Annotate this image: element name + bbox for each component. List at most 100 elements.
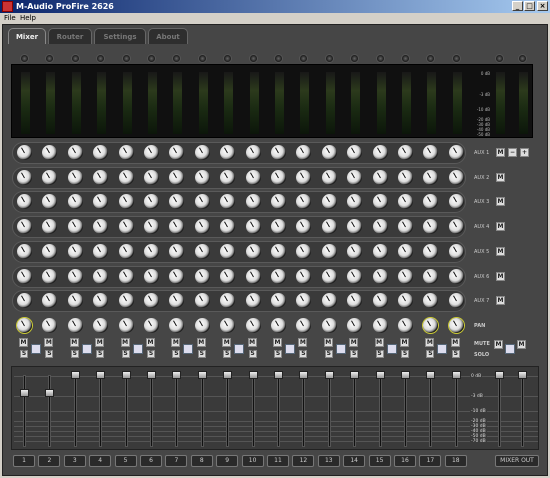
aux-send-knob[interactable]: [118, 194, 134, 209]
aux-send-knob[interactable]: [118, 293, 134, 308]
aux-send-knob[interactable]: [398, 170, 413, 185]
aux-send-knob[interactable]: [448, 194, 464, 209]
aux-send-knob[interactable]: [398, 194, 413, 209]
aux-send-knob[interactable]: [245, 269, 261, 284]
pan-knob[interactable]: [118, 318, 134, 333]
aux-send-knob[interactable]: [321, 194, 337, 209]
aux-send-knob[interactable]: [67, 194, 83, 209]
aux-send-knob[interactable]: [321, 293, 337, 308]
output-fader[interactable]: [518, 371, 527, 379]
mute-button[interactable]: M: [425, 338, 435, 347]
mute-button[interactable]: M: [323, 338, 333, 347]
solo-button[interactable]: S: [223, 350, 232, 358]
pan-knob[interactable]: [448, 318, 464, 333]
solo-button[interactable]: S: [350, 350, 359, 358]
aux-send-knob[interactable]: [245, 293, 261, 308]
stereo-link-icon[interactable]: [285, 344, 295, 354]
mute-button[interactable]: M: [400, 338, 409, 347]
aux-send-knob[interactable]: [194, 145, 210, 160]
aux-send-knob[interactable]: [271, 293, 286, 308]
aux-send-knob[interactable]: [118, 244, 134, 259]
pan-knob[interactable]: [271, 318, 286, 333]
solo-button[interactable]: S: [248, 350, 257, 358]
aux-send-knob[interactable]: [321, 145, 337, 160]
channel-fader[interactable]: [121, 371, 131, 379]
aux-send-knob[interactable]: [398, 145, 413, 160]
mute-button[interactable]: M: [19, 338, 28, 347]
solo-button[interactable]: S: [401, 350, 409, 358]
mute-button[interactable]: M: [171, 338, 181, 347]
channel-fader[interactable]: [401, 371, 410, 379]
solo-button[interactable]: S: [324, 350, 333, 358]
mute-button[interactable]: M: [222, 338, 232, 347]
aux-send-knob[interactable]: [271, 244, 286, 259]
stereo-link-icon[interactable]: [234, 344, 245, 354]
aux-send-knob[interactable]: [398, 219, 413, 234]
pan-knob[interactable]: [398, 318, 413, 333]
aux-send-knob[interactable]: [118, 219, 134, 234]
aux-send-knob[interactable]: [321, 269, 337, 284]
menu-file[interactable]: File: [4, 13, 16, 23]
minimize-button[interactable]: _: [512, 1, 523, 11]
output-fader[interactable]: [495, 371, 504, 379]
aux-send-knob[interactable]: [144, 269, 159, 284]
close-button[interactable]: ×: [537, 1, 548, 11]
aux-send-knob[interactable]: [245, 170, 261, 185]
aux-send-knob[interactable]: [17, 145, 32, 160]
aux-send-knob[interactable]: [67, 219, 83, 234]
channel-fader[interactable]: [350, 371, 360, 379]
solo-button[interactable]: S: [20, 350, 28, 358]
aux-send-knob[interactable]: [245, 145, 261, 160]
solo-button[interactable]: S: [451, 350, 460, 358]
aux-send-knob[interactable]: [118, 145, 134, 160]
aux-send-knob[interactable]: [372, 269, 388, 284]
mute-button[interactable]: M: [196, 338, 206, 347]
channel-fader[interactable]: [274, 371, 283, 379]
menu-help[interactable]: Help: [20, 13, 36, 23]
aux-send-knob[interactable]: [144, 194, 159, 209]
aux-send-knob[interactable]: [448, 219, 464, 234]
pan-knob[interactable]: [321, 318, 337, 333]
aux-send-knob[interactable]: [321, 244, 337, 259]
solo-button[interactable]: S: [147, 350, 155, 358]
channel-fader[interactable]: [451, 371, 461, 379]
aux-add-button[interactable]: +: [520, 148, 529, 157]
channel-fader[interactable]: [248, 371, 258, 379]
mute-button[interactable]: M: [247, 338, 257, 347]
aux-send-knob[interactable]: [398, 293, 413, 308]
aux-mute-button[interactable]: M: [496, 148, 505, 157]
mute-button[interactable]: M: [146, 338, 155, 347]
aux-send-knob[interactable]: [67, 145, 83, 160]
channel-fader[interactable]: [426, 371, 436, 379]
pan-knob[interactable]: [245, 318, 261, 333]
aux-send-knob[interactable]: [372, 194, 388, 209]
mute-button[interactable]: M: [374, 338, 384, 347]
aux-send-knob[interactable]: [271, 219, 286, 234]
aux-send-knob[interactable]: [448, 244, 464, 259]
aux-send-knob[interactable]: [17, 269, 32, 284]
aux-send-knob[interactable]: [448, 170, 464, 185]
pan-knob[interactable]: [67, 318, 83, 333]
aux-send-knob[interactable]: [194, 269, 210, 284]
aux-send-knob[interactable]: [448, 269, 464, 284]
aux-send-knob[interactable]: [17, 244, 32, 259]
stereo-link-icon[interactable]: [132, 344, 143, 354]
aux-send-knob[interactable]: [194, 219, 210, 234]
aux-send-knob[interactable]: [321, 170, 337, 185]
aux-send-knob[interactable]: [271, 269, 286, 284]
solo-button[interactable]: S: [172, 350, 181, 358]
mute-button[interactable]: M: [298, 338, 308, 347]
channel-fader[interactable]: [70, 371, 80, 379]
aux-mute-button[interactable]: M: [496, 296, 505, 305]
aux-remove-button[interactable]: −: [508, 148, 517, 157]
aux-send-knob[interactable]: [372, 170, 388, 185]
aux-send-knob[interactable]: [67, 293, 83, 308]
aux-send-knob[interactable]: [372, 293, 388, 308]
aux-send-knob[interactable]: [67, 170, 83, 185]
aux-send-knob[interactable]: [144, 244, 159, 259]
solo-button[interactable]: S: [197, 350, 206, 358]
aux-mute-button[interactable]: M: [496, 197, 505, 206]
aux-send-knob[interactable]: [17, 170, 32, 185]
channel-fader[interactable]: [197, 371, 207, 379]
mute-button[interactable]: M: [95, 338, 105, 347]
